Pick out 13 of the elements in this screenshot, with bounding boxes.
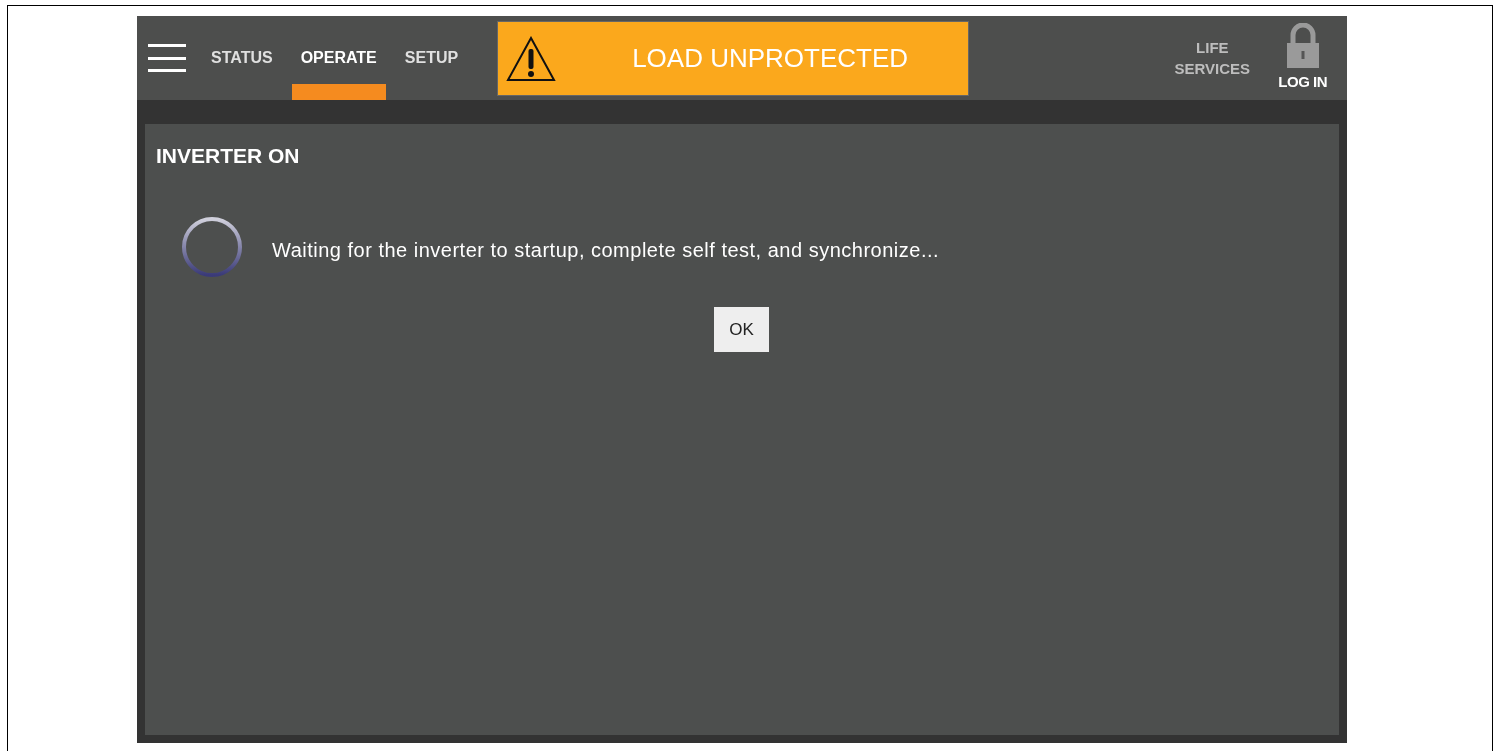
- nav-tab[interactable]: OPERATE: [291, 16, 386, 100]
- status-message: Waiting for the inverter to startup, complete self test, and synchronize...: [272, 238, 940, 263]
- panel-title: INVERTER ON: [156, 143, 300, 169]
- nav-tab[interactable]: STATUS: [202, 16, 282, 100]
- menu-icon[interactable]: [148, 44, 186, 72]
- life-services-link[interactable]: LIFE SERVICES: [1172, 37, 1253, 79]
- warning-icon: [506, 35, 557, 82]
- ok-button[interactable]: OK: [714, 307, 769, 352]
- lock-icon: [1284, 22, 1321, 69]
- spinner-icon: [180, 215, 244, 279]
- alert-text: LOAD UNPROTECTED: [632, 42, 909, 75]
- nav-tab[interactable]: SETUP: [395, 16, 468, 100]
- login-button[interactable]: LOG IN: [1278, 22, 1327, 94]
